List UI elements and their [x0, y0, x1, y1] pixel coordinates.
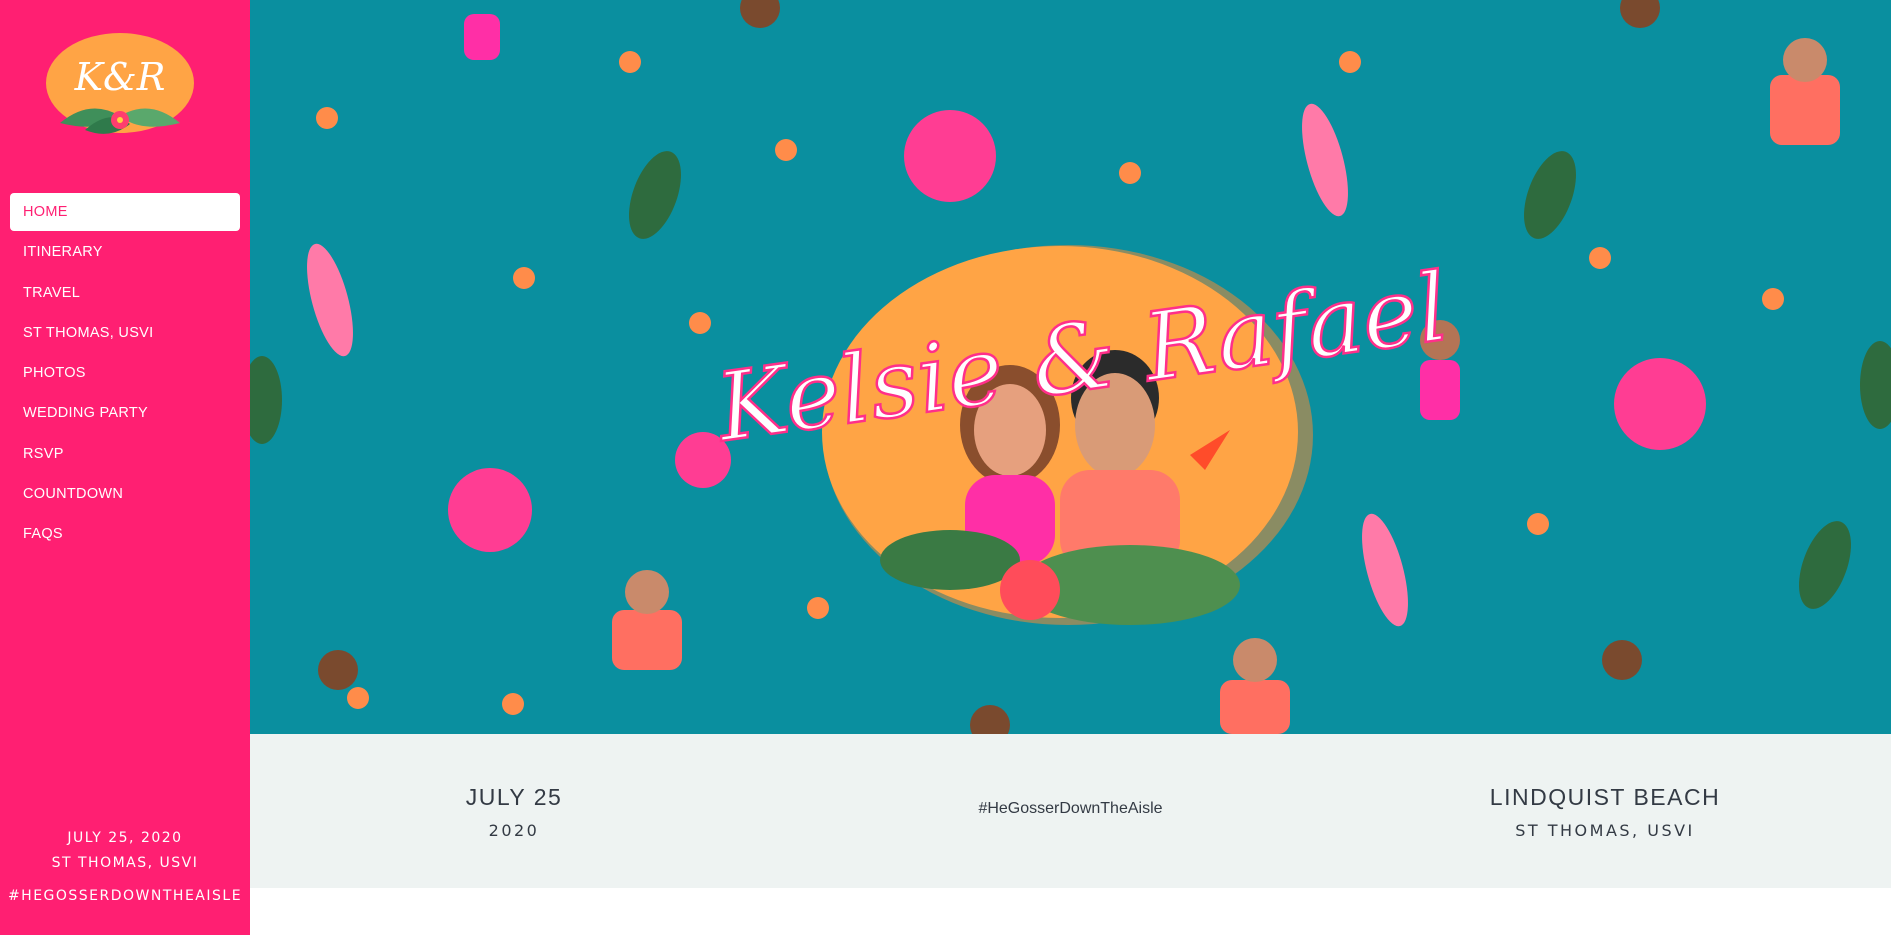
sidebar-footer-hashtag: #HEGOSSERDOWNTHEAISLE	[7, 888, 243, 904]
nav-item-rsvp[interactable]: RSVP	[10, 435, 240, 473]
nav-item-countdown[interactable]: COUNTDOWN	[10, 475, 240, 513]
monogram-text: K&R	[74, 55, 166, 99]
venue-name: LINDQUIST BEACH	[1489, 784, 1721, 810]
page: K&R HOME ITINERARY TRAVEL ST THOMAS, USV…	[0, 0, 1891, 935]
sidebar-footer-date: JULY 25, 2020	[67, 830, 183, 846]
sidebar-footer-location: ST THOMAS, USVI	[51, 855, 199, 871]
date-year: 2020	[488, 821, 540, 840]
monogram-logo[interactable]: K&R	[40, 28, 200, 148]
hero-banner: Kelsie & Rafael	[250, 0, 1891, 734]
venue-block: LINDQUIST BEACH ST THOMAS, USVI	[1475, 784, 1735, 840]
nav-item-st-thomas[interactable]: ST THOMAS, USVI	[10, 314, 240, 352]
event-info-strip: JULY 25 2020 #HeGosserDownTheAisle LINDQ…	[250, 734, 1891, 888]
venue-location: ST THOMAS, USVI	[1515, 821, 1695, 840]
content-area	[250, 888, 1891, 935]
nav-item-photos[interactable]: PHOTOS	[10, 354, 240, 392]
nav-item-home[interactable]: HOME	[10, 193, 240, 231]
nav-item-itinerary[interactable]: ITINERARY	[10, 233, 240, 271]
sidebar-footer: JULY 25, 2020 ST THOMAS, USVI #HEGOSSERD…	[0, 826, 250, 909]
nav-item-faqs[interactable]: FAQS	[10, 515, 240, 553]
tropical-pattern: Kelsie & Rafael	[250, 0, 1891, 734]
nav-item-wedding-party[interactable]: WEDDING PARTY	[10, 394, 240, 432]
nav-item-travel[interactable]: TRAVEL	[10, 274, 240, 312]
main-nav: HOME ITINERARY TRAVEL ST THOMAS, USVI PH…	[10, 193, 240, 556]
sidebar: K&R HOME ITINERARY TRAVEL ST THOMAS, USV…	[0, 0, 250, 935]
